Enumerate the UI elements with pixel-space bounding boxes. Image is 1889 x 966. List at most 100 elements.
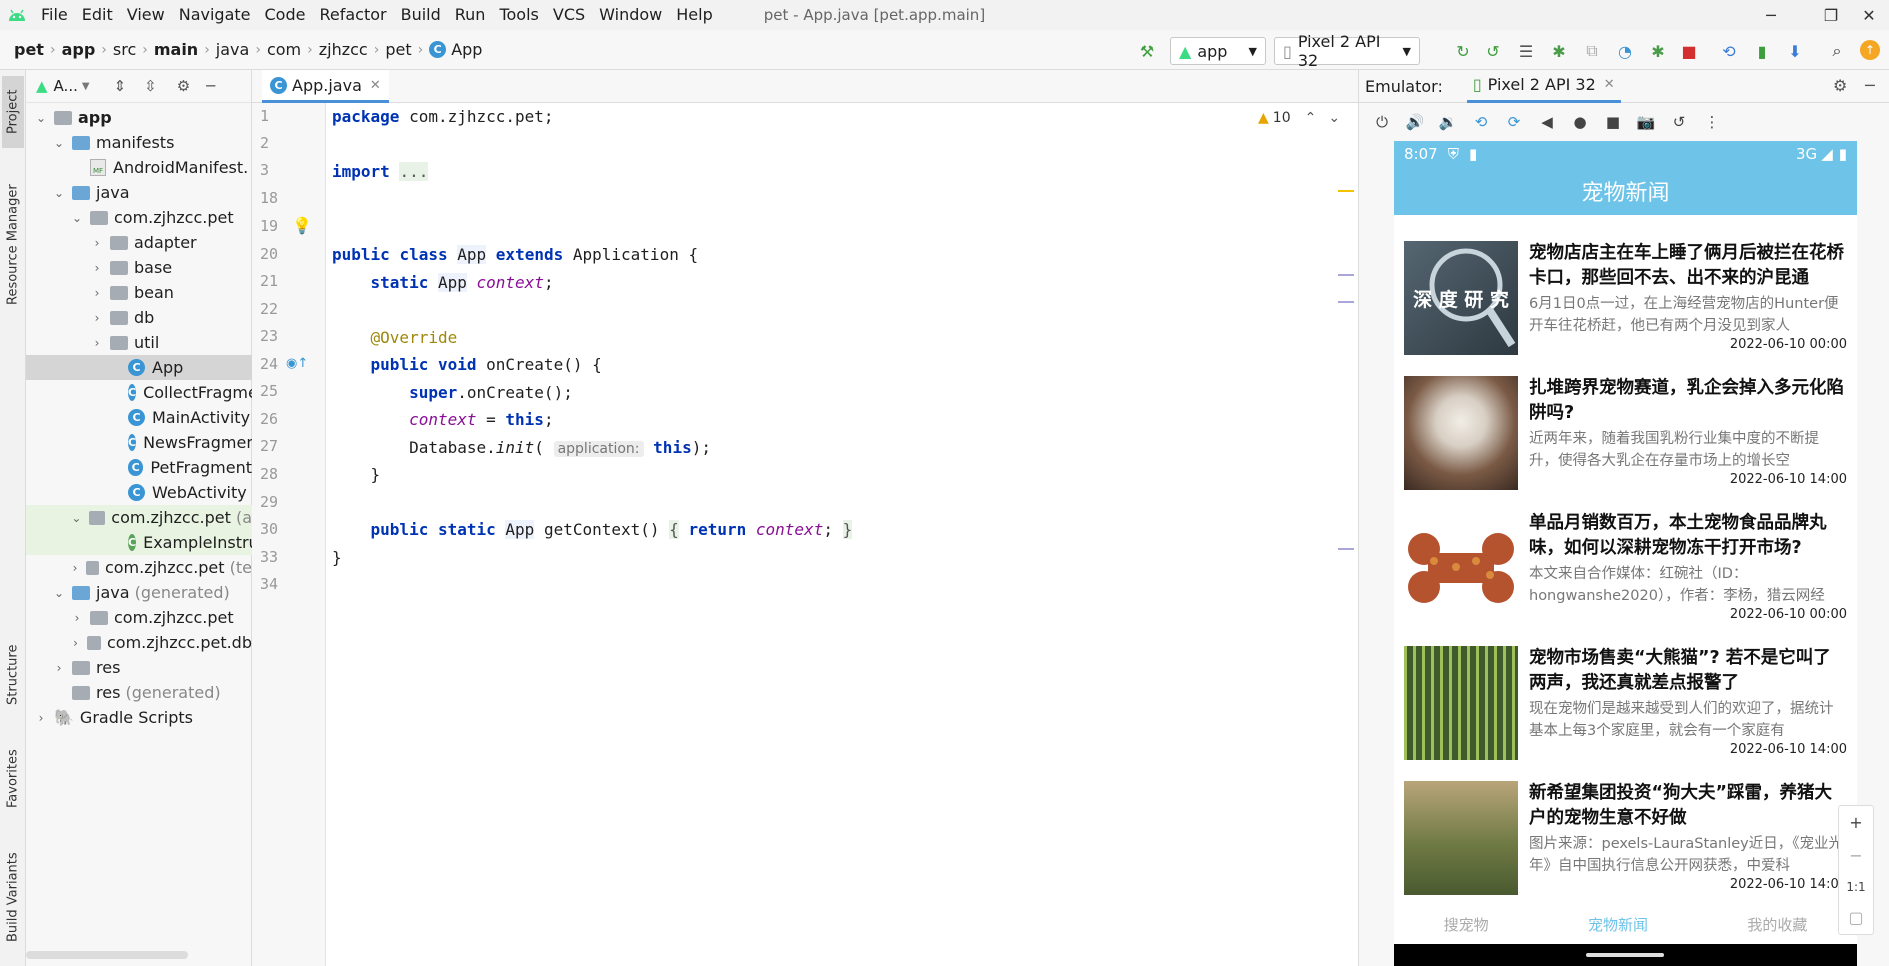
stop-icon[interactable]: ■ xyxy=(1678,40,1700,62)
chevron-right-icon[interactable]: › xyxy=(90,311,104,325)
code-editor[interactable]: package com.zjhzcc.pet; import ... publi… xyxy=(326,103,1358,966)
tree-item-res[interactable]: › res xyxy=(26,655,252,680)
overview-icon[interactable]: ■ xyxy=(1602,113,1624,131)
close-tab-icon[interactable]: ✕ xyxy=(370,78,381,93)
tab-resource-manager[interactable]: Resource Manager xyxy=(2,170,24,320)
debug-icon[interactable]: ✱ xyxy=(1548,40,1570,62)
rerun-icon[interactable]: ↻ xyxy=(1452,40,1474,62)
rotate-left-icon[interactable]: ⟲ xyxy=(1470,113,1492,131)
chevron-down-icon[interactable]: ▼ xyxy=(82,81,90,92)
breadcrumb-item[interactable]: com xyxy=(267,40,301,59)
close-window-icon[interactable]: ✕ xyxy=(1846,0,1889,30)
menu-code[interactable]: Code xyxy=(258,0,313,30)
tree-item-main-activity[interactable]: C MainActivity xyxy=(26,405,252,430)
run-config-dropdown[interactable]: ▲ app ▼ xyxy=(1170,37,1266,65)
snapshot-icon[interactable]: ↺ xyxy=(1668,113,1690,131)
usage-marker[interactable] xyxy=(1338,301,1354,303)
zoom-in-button[interactable]: + xyxy=(1849,813,1862,832)
menu-refactor[interactable]: Refactor xyxy=(312,0,393,30)
tab-app-java[interactable]: C App.java ✕ xyxy=(262,70,389,103)
menu-build[interactable]: Build xyxy=(394,0,448,30)
chevron-right-icon[interactable]: › xyxy=(90,236,104,250)
sdk-manager-icon[interactable]: ⬇ xyxy=(1784,40,1806,62)
menu-vcs[interactable]: VCS xyxy=(546,0,592,30)
camera-icon[interactable]: 📷 xyxy=(1635,113,1657,131)
tree-item-util[interactable]: › util xyxy=(26,330,252,355)
breadcrumb-item[interactable]: app xyxy=(62,40,96,59)
rotate-right-icon[interactable]: ⟳ xyxy=(1503,113,1525,131)
breadcrumb-item-app[interactable]: C App xyxy=(429,40,482,59)
tab-favorites[interactable]: Favorites xyxy=(2,738,24,820)
tree-item-java[interactable]: ⌄ java xyxy=(26,180,252,205)
project-view-selector[interactable]: A... xyxy=(54,77,78,95)
tree-item-pet-fragment[interactable]: C PetFragment xyxy=(26,455,252,480)
folded-imports[interactable]: ... xyxy=(399,162,429,181)
sync-icon[interactable]: ⟲ xyxy=(1718,40,1740,62)
breadcrumb-item[interactable]: src xyxy=(113,40,136,59)
news-item[interactable]: 深 度 研 究 宠物店店主在车上睡了俩月后被拦在花桥卡口，那些回不去、出不来的沪… xyxy=(1394,241,1857,376)
tree-item-manifest-file[interactable]: MF AndroidManifest. xyxy=(26,155,252,180)
hide-panel-icon[interactable]: ─ xyxy=(206,77,215,95)
chevron-down-icon[interactable]: ⌄ xyxy=(34,111,48,125)
usage-marker[interactable] xyxy=(1338,548,1354,550)
menu-view[interactable]: View xyxy=(120,0,172,30)
tree-item-generated-package[interactable]: › com.zjhzcc.pet xyxy=(26,605,252,630)
gear-icon[interactable]: ⚙ xyxy=(1833,76,1847,95)
apply-changes-icon[interactable]: ↺ xyxy=(1482,40,1504,62)
tree-item-adapter[interactable]: › adapter xyxy=(26,230,252,255)
folded-brace[interactable]: { xyxy=(669,520,679,539)
close-tab-icon[interactable]: ✕ xyxy=(1604,77,1615,92)
chevron-down-icon[interactable]: ⌄ xyxy=(70,211,84,225)
inspection-widget[interactable]: ▲ 10 ⌃ ⌄ xyxy=(1258,110,1340,126)
hammer-build-icon[interactable]: ⚒ xyxy=(1136,40,1158,62)
menu-run[interactable]: Run xyxy=(448,0,493,30)
attach-debugger-icon[interactable]: ⧉ xyxy=(1581,40,1603,62)
nav-pet-news[interactable]: 宠物新闻 xyxy=(1588,914,1648,935)
override-marker-icon[interactable]: ◉↑ xyxy=(286,356,308,371)
tree-item-package[interactable]: ⌄ com.zjhzcc.pet xyxy=(26,205,252,230)
nav-my-favorites[interactable]: 我的收藏 xyxy=(1747,914,1807,935)
chevron-down-icon[interactable]: ⌄ xyxy=(1328,110,1340,126)
logcat-icon[interactable]: ☰ xyxy=(1515,40,1537,62)
tree-item-example-instrumented[interactable]: C ExampleInstru xyxy=(26,530,252,555)
tree-item-app-class[interactable]: C App xyxy=(26,355,252,380)
expand-all-icon[interactable]: ⇕ xyxy=(114,77,127,95)
breadcrumb-item[interactable]: java xyxy=(216,40,250,59)
tab-emulator-device[interactable]: ▯ Pixel 2 API 32 ✕ xyxy=(1466,70,1621,103)
news-item[interactable]: 宠物市场售卖“大熊猫”? 若不是它叫了两声，我还真就差点报警了 现在宠物们是越来… xyxy=(1394,646,1857,781)
profile-icon[interactable]: ◔ xyxy=(1614,40,1636,62)
phone-screen[interactable]: 8:07 ⛨ ▮ 3G ◢ ▮ 宠物新闻 深 度 研 究 宠物店店主在车上睡了俩… xyxy=(1394,141,1857,966)
breadcrumb-item[interactable]: main xyxy=(154,40,198,59)
tree-item-news-fragment[interactable]: C NewsFragmen xyxy=(26,430,252,455)
news-item[interactable]: 新希望集团投资“狗大夫”踩雷，养猪大户的宠物生意不好做 图片来源：pexels-… xyxy=(1394,781,1857,916)
chevron-right-icon[interactable]: › xyxy=(90,336,104,350)
back-icon[interactable]: ◀ xyxy=(1536,113,1558,131)
more-icon[interactable]: ⋮ xyxy=(1701,113,1723,131)
nav-search-pets[interactable]: 搜宠物 xyxy=(1444,914,1489,935)
chevron-down-icon[interactable]: ⌄ xyxy=(70,511,83,525)
chevron-down-icon[interactable]: ⌄ xyxy=(52,186,66,200)
tree-item-test-package[interactable]: › com.zjhzcc.pet (te xyxy=(26,555,252,580)
collapse-all-icon[interactable]: ⇳ xyxy=(144,77,157,95)
tree-item-java-generated[interactable]: ⌄ java (generated) xyxy=(26,580,252,605)
home-gesture-handle[interactable] xyxy=(1586,953,1664,957)
chevron-right-icon[interactable]: › xyxy=(70,611,84,625)
tree-item-manifests[interactable]: ⌄ manifests xyxy=(26,130,252,155)
menu-help[interactable]: Help xyxy=(669,0,719,30)
minimize-icon[interactable]: ─ xyxy=(1748,0,1794,30)
hide-panel-icon[interactable]: ─ xyxy=(1865,76,1875,95)
volume-down-icon[interactable]: 🔉 xyxy=(1437,113,1459,131)
tab-build-variants[interactable]: Build Variants xyxy=(2,838,24,956)
tree-item-android-test-package[interactable]: ⌄ com.zjhzcc.pet (a xyxy=(26,505,252,530)
menu-tools[interactable]: Tools xyxy=(492,0,545,30)
tree-item-res-generated[interactable]: res (generated) xyxy=(26,680,252,705)
zoom-actual-size-button[interactable]: 1:1 xyxy=(1846,880,1865,894)
tree-item-base[interactable]: › base xyxy=(26,255,252,280)
tree-item-app[interactable]: ⌄ app xyxy=(26,105,252,130)
tree-item-db[interactable]: › db xyxy=(26,305,252,330)
search-icon[interactable]: ⌕ xyxy=(1826,40,1848,62)
news-item[interactable]: 单品月销数百万，本土宠物食品品牌丸味，如何以深耕宠物冻干打开市场? 本文来自合作… xyxy=(1394,511,1857,646)
chevron-right-icon[interactable]: › xyxy=(70,561,80,575)
tree-item-bean[interactable]: › bean xyxy=(26,280,252,305)
chevron-up-icon[interactable]: ⌃ xyxy=(1305,110,1317,126)
